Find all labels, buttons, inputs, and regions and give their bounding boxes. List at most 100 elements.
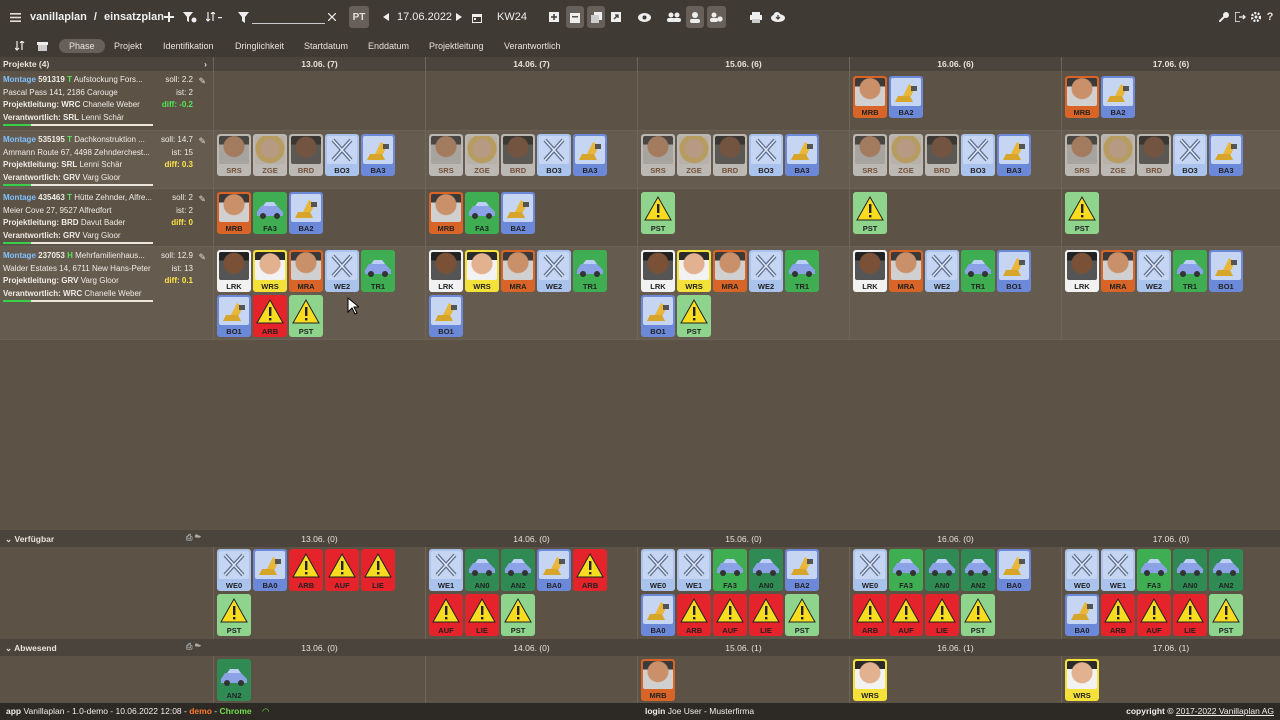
resource-tile[interactable]: MRB bbox=[429, 192, 463, 234]
resource-tile[interactable]: FA3 bbox=[889, 549, 923, 591]
resource-tile[interactable]: AN2 bbox=[1209, 549, 1243, 591]
user-settings-icon[interactable] bbox=[707, 6, 726, 28]
resource-tile[interactable]: PST bbox=[1065, 192, 1099, 234]
tab-projektleitung[interactable]: Projektleitung bbox=[419, 39, 494, 53]
clear-filter-icon[interactable] bbox=[326, 6, 338, 28]
resource-tile[interactable]: BO1 bbox=[997, 250, 1031, 292]
resource-tile[interactable]: BA2 bbox=[785, 549, 819, 591]
resource-tile[interactable]: LIE bbox=[465, 594, 499, 636]
sort-icon[interactable] bbox=[12, 35, 28, 57]
resource-tile[interactable]: LIE bbox=[925, 594, 959, 636]
resource-tile[interactable]: BRD bbox=[501, 134, 535, 176]
resource-tile[interactable]: FA3 bbox=[713, 549, 747, 591]
day-view-icon[interactable] bbox=[566, 6, 584, 28]
tab-verantwortlich[interactable]: Verantwortlich bbox=[494, 39, 571, 53]
week-label[interactable]: KW24 bbox=[497, 11, 527, 23]
resource-tile[interactable]: BO1 bbox=[641, 295, 675, 337]
edit-icon[interactable]: ✎ bbox=[198, 75, 206, 88]
add-icon[interactable] bbox=[162, 6, 176, 28]
resource-tile[interactable]: SRS bbox=[1065, 134, 1099, 176]
breadcrumb-app[interactable]: vanillaplan bbox=[30, 11, 87, 23]
current-date[interactable]: 17.06.2022 bbox=[397, 11, 452, 23]
resource-tile[interactable]: PST bbox=[677, 295, 711, 337]
project-info[interactable]: Montage 591319 T Aufstockung Fors... soll… bbox=[3, 74, 208, 124]
breadcrumb-page[interactable]: einsatzplan bbox=[104, 11, 164, 23]
resource-tile[interactable]: BA0 bbox=[641, 594, 675, 636]
hamburger-icon[interactable] bbox=[8, 6, 22, 28]
project-type[interactable]: Montage bbox=[3, 135, 36, 144]
export-icon[interactable] bbox=[608, 6, 624, 28]
resource-tile[interactable]: AN2 bbox=[961, 549, 995, 591]
resource-tile[interactable]: ARB bbox=[289, 549, 323, 591]
resource-tile[interactable]: ZGE bbox=[677, 134, 711, 176]
tab-projekt[interactable]: Projekt bbox=[104, 39, 152, 53]
resource-tile[interactable]: SRS bbox=[217, 134, 251, 176]
resource-tile[interactable]: AN2 bbox=[501, 549, 535, 591]
resource-tile[interactable]: ZGE bbox=[889, 134, 923, 176]
resource-tile[interactable]: TR1 bbox=[785, 250, 819, 292]
resource-tile[interactable]: WE1 bbox=[677, 549, 711, 591]
resource-tile[interactable]: SRS bbox=[853, 134, 887, 176]
tab-enddatum[interactable]: Enddatum bbox=[358, 39, 419, 53]
resource-tile[interactable]: LIE bbox=[749, 594, 783, 636]
project-info[interactable]: Montage 237053 H Mehrfamilienhaus... soll… bbox=[3, 250, 208, 300]
add-day-icon[interactable] bbox=[546, 6, 562, 28]
resource-tile[interactable]: WE0 bbox=[217, 549, 251, 591]
resource-tile[interactable]: ZGE bbox=[1101, 134, 1135, 176]
resource-tile[interactable]: LRK bbox=[1065, 250, 1099, 292]
tab-startdatum[interactable]: Startdatum bbox=[294, 39, 358, 53]
resource-tile[interactable]: WE2 bbox=[925, 250, 959, 292]
resource-tile[interactable]: AN0 bbox=[465, 549, 499, 591]
resource-tile[interactable]: AN0 bbox=[925, 549, 959, 591]
resource-tile[interactable]: WRS bbox=[465, 250, 499, 292]
user-icon[interactable] bbox=[686, 6, 704, 28]
edit-icon[interactable]: ✎ bbox=[198, 135, 206, 148]
resource-tile[interactable]: WE2 bbox=[1137, 250, 1171, 292]
tab-dringlichkeit[interactable]: Dringlichkeit bbox=[225, 39, 294, 53]
key-icon[interactable] bbox=[1218, 6, 1230, 28]
resource-tile[interactable]: BO3 bbox=[961, 134, 995, 176]
resource-tile[interactable]: MRA bbox=[889, 250, 923, 292]
resource-tile[interactable]: MRB bbox=[853, 76, 887, 118]
print-icon[interactable]: ⎙ ☁ bbox=[186, 642, 201, 652]
resource-tile[interactable]: TR1 bbox=[961, 250, 995, 292]
filter-settings-icon[interactable] bbox=[182, 6, 198, 28]
chevron-down-icon[interactable]: ⌄ bbox=[5, 643, 12, 653]
resource-tile[interactable]: BA0 bbox=[537, 549, 571, 591]
resource-tile[interactable]: MRA bbox=[1101, 250, 1135, 292]
resource-tile[interactable]: MRA bbox=[501, 250, 535, 292]
resource-tile[interactable]: PST bbox=[785, 594, 819, 636]
resource-tile[interactable]: AN0 bbox=[1173, 549, 1207, 591]
users-icon[interactable] bbox=[665, 6, 683, 28]
resource-tile[interactable]: ZGE bbox=[253, 134, 287, 176]
resource-tile[interactable]: BO1 bbox=[217, 295, 251, 337]
resource-tile[interactable]: BRD bbox=[713, 134, 747, 176]
print-icon[interactable]: ⎙ ☁ bbox=[186, 533, 201, 543]
chevron-down-icon[interactable]: ⌄ bbox=[5, 534, 12, 544]
sort-dropdown-icon[interactable] bbox=[206, 6, 226, 28]
resource-tile[interactable]: MRA bbox=[713, 250, 747, 292]
resource-tile[interactable]: WRS bbox=[677, 250, 711, 292]
resource-tile[interactable]: BA2 bbox=[889, 76, 923, 118]
resource-tile[interactable]: PST bbox=[501, 594, 535, 636]
resource-tile[interactable]: BO1 bbox=[429, 295, 463, 337]
resource-tile[interactable]: ARB bbox=[253, 295, 287, 337]
resource-tile[interactable]: ARB bbox=[853, 594, 887, 636]
edit-icon[interactable]: ✎ bbox=[198, 251, 206, 264]
resource-tile[interactable]: BA3 bbox=[997, 134, 1031, 176]
copyright-link[interactable]: 2017-2022 Vanillaplan AG bbox=[1176, 706, 1274, 716]
resource-tile[interactable]: LRK bbox=[641, 250, 675, 292]
available-section-header[interactable]: ⌄ Verfügbar ⎙ ☁ 13.06. (0) 14.06. (0) 15… bbox=[0, 530, 1280, 547]
calendar-icon[interactable] bbox=[470, 6, 484, 28]
resource-tile[interactable]: ARB bbox=[1101, 594, 1135, 636]
resource-tile[interactable]: BRD bbox=[1137, 134, 1171, 176]
resource-tile[interactable]: WE2 bbox=[749, 250, 783, 292]
resource-tile[interactable]: WRS bbox=[1065, 659, 1099, 701]
cloud-download-icon[interactable] bbox=[769, 6, 787, 28]
resource-tile[interactable]: FA3 bbox=[465, 192, 499, 234]
project-type[interactable]: Montage bbox=[3, 251, 36, 260]
resource-tile[interactable]: PST bbox=[961, 594, 995, 636]
resource-tile[interactable]: BA2 bbox=[501, 192, 535, 234]
resource-tile[interactable]: WE0 bbox=[1065, 549, 1099, 591]
resource-tile[interactable]: AN2 bbox=[217, 659, 251, 701]
